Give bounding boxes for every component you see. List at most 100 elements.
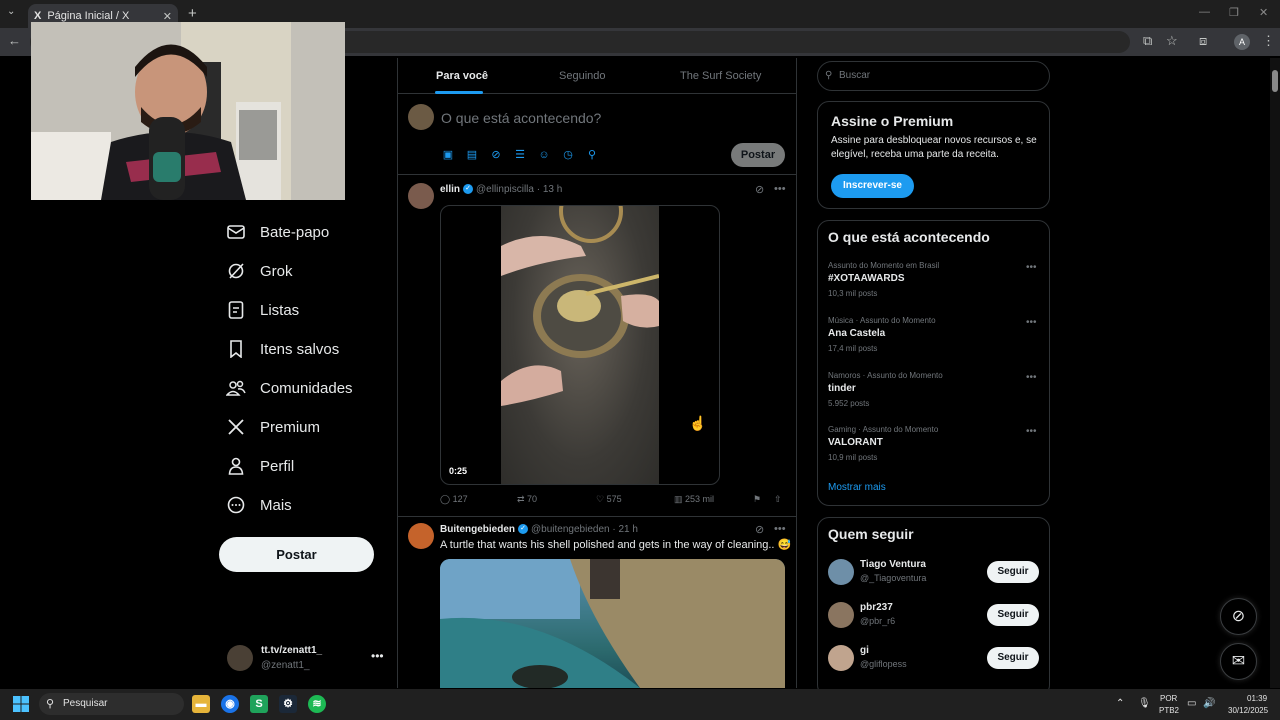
follow-button[interactable]: Seguir (987, 561, 1039, 583)
back-icon[interactable]: ← (8, 33, 21, 48)
more-icon[interactable]: ••• (774, 183, 786, 195)
grok-icon[interactable]: ⊘ (490, 149, 502, 161)
schedule-icon[interactable]: ◷ (562, 149, 574, 161)
grok-icon[interactable]: ⊘ (755, 183, 764, 196)
maximize-icon[interactable]: ❐ (1229, 6, 1239, 19)
views-button[interactable]: ▥ 253 mil (674, 494, 714, 505)
more-icon[interactable]: ••• (774, 523, 786, 535)
bookmark-star-icon[interactable]: ☆ (1166, 33, 1178, 49)
keyboard-layout[interactable]: PTB2 (1159, 706, 1179, 715)
repost-icon: ⇄ (517, 494, 528, 504)
scrollbar[interactable] (1270, 58, 1280, 688)
close-tab-icon[interactable]: ✕ (163, 10, 172, 23)
trend-item[interactable]: Ana Castela (828, 328, 885, 339)
windows-start-icon[interactable] (13, 696, 29, 717)
follow-name[interactable]: gi (860, 645, 869, 656)
gif-icon[interactable]: ▤ (466, 149, 478, 161)
extensions-icon[interactable]: ⧈ (1199, 33, 1207, 49)
new-tab-button[interactable]: + (188, 5, 197, 22)
follow-title: Quem seguir (828, 526, 914, 542)
streamlabs-icon[interactable]: S (250, 695, 268, 713)
more-icon[interactable]: ••• (1026, 372, 1037, 383)
nav-chat[interactable]: Bate-papo (226, 222, 329, 242)
emoji-icon[interactable]: ☺ (538, 149, 550, 161)
close-window-icon[interactable]: ✕ (1259, 6, 1268, 19)
repost-button[interactable]: ⇄ 70 (517, 494, 537, 505)
avatar[interactable] (408, 183, 434, 209)
avatar[interactable] (408, 523, 434, 549)
tab-search-icon[interactable]: ⌄ (7, 6, 15, 17)
more-icon[interactable]: ••• (1026, 262, 1037, 273)
spotify-icon[interactable]: ≋ (308, 695, 326, 713)
install-app-icon[interactable]: ⧉ (1143, 33, 1152, 49)
taskbar-search-input[interactable] (39, 693, 184, 715)
nav-communities[interactable]: Comunidades (226, 378, 353, 398)
post-video[interactable]: 0:25 (440, 205, 720, 485)
sidebar-post-button[interactable]: Postar (219, 537, 374, 572)
clock-date[interactable]: 30/12/2025 (1228, 706, 1268, 715)
messages-float-button[interactable]: ✉ (1220, 643, 1257, 680)
show-more-link[interactable]: Mostrar mais (828, 482, 886, 493)
post-video[interactable] (440, 559, 785, 688)
follow-name[interactable]: Tiago Ventura (860, 559, 926, 570)
post-handle[interactable]: @ellinpiscilla (476, 184, 534, 195)
location-icon[interactable]: ⚲ (586, 149, 598, 161)
chrome-icon[interactable]: ◉ (221, 695, 239, 713)
like-button[interactable]: ♡ 575 (596, 494, 622, 505)
browser-menu-icon[interactable]: ⋮ (1262, 33, 1275, 49)
clock-time[interactable]: 01:39 (1247, 694, 1267, 703)
follow-button[interactable]: Seguir (987, 647, 1039, 669)
tab-the-surf-society[interactable]: The Surf Society (680, 70, 761, 82)
follow-name[interactable]: pbr237 (860, 602, 893, 613)
trend-item[interactable]: #XOTAAWARDS (828, 273, 905, 284)
post-author[interactable]: ellin (440, 184, 460, 195)
more-circle-icon (226, 495, 246, 515)
nav-lists[interactable]: Listas (226, 300, 299, 320)
x-favicon-icon: X (34, 10, 42, 22)
divider (397, 174, 797, 175)
avatar[interactable] (828, 645, 854, 671)
grok-float-button[interactable]: ⊘ (1220, 598, 1257, 635)
compose-input[interactable]: O que está acontecendo? (441, 110, 601, 126)
nav-bookmarks[interactable]: Itens salvos (226, 339, 339, 359)
network-icon[interactable]: ▭ (1187, 698, 1196, 709)
profile-avatar[interactable]: A (1234, 34, 1250, 50)
image-icon[interactable]: ▣ (442, 149, 454, 161)
minimize-icon[interactable]: — (1199, 6, 1210, 18)
post-handle[interactable]: @buitengebieden (531, 524, 610, 535)
tab-following[interactable]: Seguindo (559, 70, 606, 82)
subscribe-button[interactable]: Inscrever-se (831, 174, 914, 198)
person-icon (226, 456, 246, 476)
more-icon[interactable]: ••• (371, 649, 384, 663)
poll-icon[interactable]: ☰ (514, 149, 526, 161)
nav-premium[interactable]: Premium (226, 417, 320, 437)
nav-more[interactable]: Mais (226, 495, 292, 515)
nav-grok[interactable]: Grok (226, 261, 293, 281)
grok-icon[interactable]: ⊘ (755, 523, 764, 536)
steam-icon[interactable]: ⚙ (279, 695, 297, 713)
tab-for-you[interactable]: Para você (436, 70, 488, 82)
more-icon[interactable]: ••• (1026, 317, 1037, 328)
nav-profile[interactable]: Perfil (226, 456, 294, 476)
file-explorer-icon[interactable]: ▬ (192, 695, 210, 713)
follow-button[interactable]: Seguir (987, 604, 1039, 626)
microphone-icon[interactable]: 🎙 (1138, 698, 1151, 709)
share-icon[interactable]: ⇧ (774, 494, 782, 505)
avatar[interactable] (828, 559, 854, 585)
bookmark-icon[interactable]: ⚑ (753, 494, 761, 505)
post-header: ellin ✓ @ellinpiscilla · 13 h (440, 184, 562, 195)
language-indicator[interactable]: POR (1160, 694, 1177, 703)
compose-post-button[interactable]: Postar (731, 143, 785, 167)
post-author[interactable]: Buitengebieden (440, 524, 515, 535)
tray-overflow-icon[interactable]: ⌃ (1116, 698, 1124, 709)
divider (397, 516, 797, 517)
reply-button[interactable]: ◯ 127 (440, 494, 468, 505)
more-icon[interactable]: ••• (1026, 426, 1037, 437)
scrollbar-thumb[interactable] (1272, 70, 1278, 92)
post-time: · 21 h (612, 524, 638, 535)
trend-item[interactable]: tinder (828, 383, 856, 394)
volume-icon[interactable]: 🔊 (1203, 698, 1215, 709)
trend-item[interactable]: VALORANT (828, 437, 883, 448)
mouse-cursor-icon: ☝ (689, 415, 707, 431)
avatar[interactable] (828, 602, 854, 628)
